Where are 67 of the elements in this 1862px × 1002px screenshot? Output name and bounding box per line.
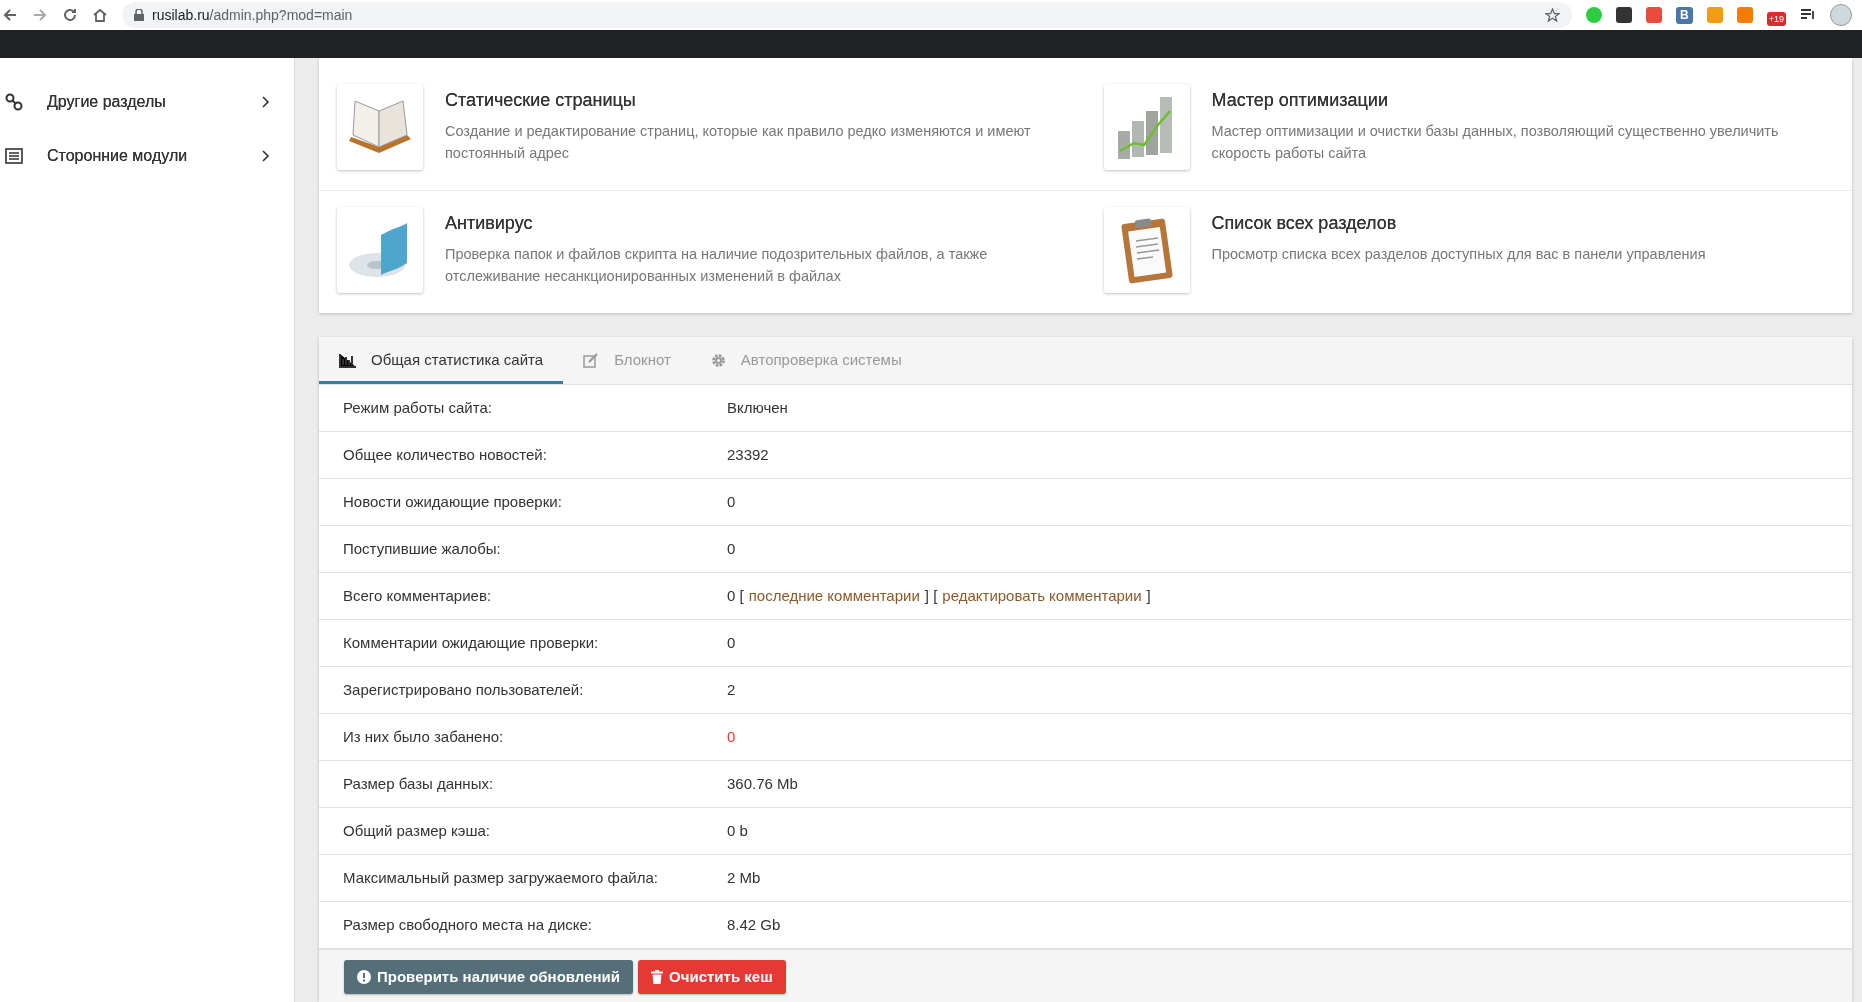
home-icon[interactable]: [92, 7, 108, 23]
stat-value: 0: [727, 632, 736, 653]
stat-label: Всего комментариев:: [342, 585, 493, 606]
stat-label: Максимальный размер загружаемого файла:: [342, 867, 659, 888]
stat-value: 23392: [727, 444, 769, 465]
stat-value: 0: [727, 726, 736, 747]
stat-value: 2: [727, 679, 736, 700]
action-button[interactable]: Проверить наличие обновлений: [344, 960, 634, 994]
playlist-icon[interactable]: [1800, 8, 1816, 22]
tab[interactable]: Общая статистика сайта: [319, 337, 564, 384]
module-card[interactable]: Антивирус Проверка папок и файлов скрипта на наличие подозрительных файлов, а также отслеживание несанкционированных изменений в файлах: [319, 191, 1086, 313]
stat-label: Общий размер кэша:: [342, 820, 491, 841]
module-card[interactable]: Мастер оптимизации Мастер оптимизации и очистки базы данных, позволяющий существенно увеличить скорость работы сайта: [1085, 68, 1852, 191]
sidebar-item[interactable]: Сторонние модули: [0, 129, 294, 183]
chevron-icon: [262, 150, 270, 162]
clipboard-icon: [1118, 215, 1175, 285]
card-title: Статические страницы: [445, 89, 637, 112]
trash-icon: [651, 970, 664, 984]
stat-value: 0 [: [727, 585, 744, 606]
stat-label: Новости ожидающие проверки:: [342, 491, 563, 512]
stat-label: Из них было забанено:: [342, 726, 505, 747]
action-button[interactable]: Очистить кеш: [638, 960, 786, 994]
card-title: Мастер оптимизации: [1211, 89, 1389, 112]
stat-value: Включен: [727, 397, 788, 418]
lock-icon: [134, 9, 144, 21]
card-description: Создание и редактирование страниц, которые как правило редко изменяются и имеют постоянный адрес: [445, 122, 1032, 163]
alert-icon: [357, 970, 371, 984]
stat-value: ]: [1146, 585, 1151, 606]
stat-label: Режим работы сайта:: [342, 397, 493, 418]
stat-label: Размер свободного места на диске:: [342, 914, 594, 935]
notification-badge[interactable]: +19: [1766, 12, 1786, 26]
address-bar[interactable]: rusilab.ru/admin.php?mod=main: [122, 2, 1572, 28]
card-description: Проверка папок и файлов скрипта на наличие подозрительных файлов, а также отслеживание несанкционированных изменений в файлах: [445, 245, 989, 286]
stat-label: Поступившие жалобы:: [342, 538, 502, 559]
star-icon[interactable]: [1544, 7, 1560, 23]
bar-chart-icon: [339, 353, 356, 368]
stat-value: 2 Mb: [727, 867, 761, 888]
module-card[interactable]: Статические страницы Создание и редактирование страниц, которые как правило редко изменяются и имеют постоянный адрес: [319, 68, 1086, 191]
stat-value: 0 b: [727, 820, 748, 841]
stat-value: 8.42 Gb: [727, 914, 781, 935]
avatar[interactable]: [1830, 4, 1852, 26]
card-title: Антивирус: [445, 212, 534, 235]
back-icon[interactable]: [2, 7, 18, 23]
stat-label: Размер базы данных:: [342, 773, 495, 794]
stat-label: Общее количество новостей:: [342, 444, 548, 465]
stat-label: Комментарии ожидающие проверки:: [342, 632, 600, 653]
sidebar-item[interactable]: Другие разделы: [0, 75, 294, 129]
card-description: Мастер оптимизации и очистки базы данных, позволяющий существенно увеличить скорость работы сайта: [1211, 122, 1780, 163]
reload-icon[interactable]: [62, 7, 78, 23]
stat-value: 0: [727, 491, 736, 512]
card-description: Просмотр списка всех разделов доступных для вас в панели управления: [1211, 245, 1706, 264]
stat-value: 360.76 Mb: [727, 773, 798, 794]
extension-icon[interactable]: [1615, 7, 1632, 23]
comments-link[interactable]: последние комментарии: [748, 584, 920, 608]
stat-value: ] [: [924, 585, 938, 606]
edit-icon: [583, 353, 600, 368]
url-text: rusilab.ru/admin.php?mod=main: [152, 5, 354, 25]
link-icon: [5, 93, 23, 111]
settings-icon: [710, 353, 726, 368]
stat-value: 0: [727, 538, 736, 559]
chevron-icon: [262, 96, 270, 108]
stat-label: Зарегистрировано пользователей:: [342, 679, 585, 700]
list-icon: [5, 148, 23, 164]
module-card[interactable]: Список всех разделов Просмотр списка всех разделов доступных для вас в панели управления: [1085, 191, 1852, 313]
extension-icon[interactable]: В: [1675, 6, 1693, 24]
comments-link[interactable]: редактировать комментарии: [942, 584, 1142, 608]
card-title: Список всех разделов: [1211, 212, 1398, 235]
